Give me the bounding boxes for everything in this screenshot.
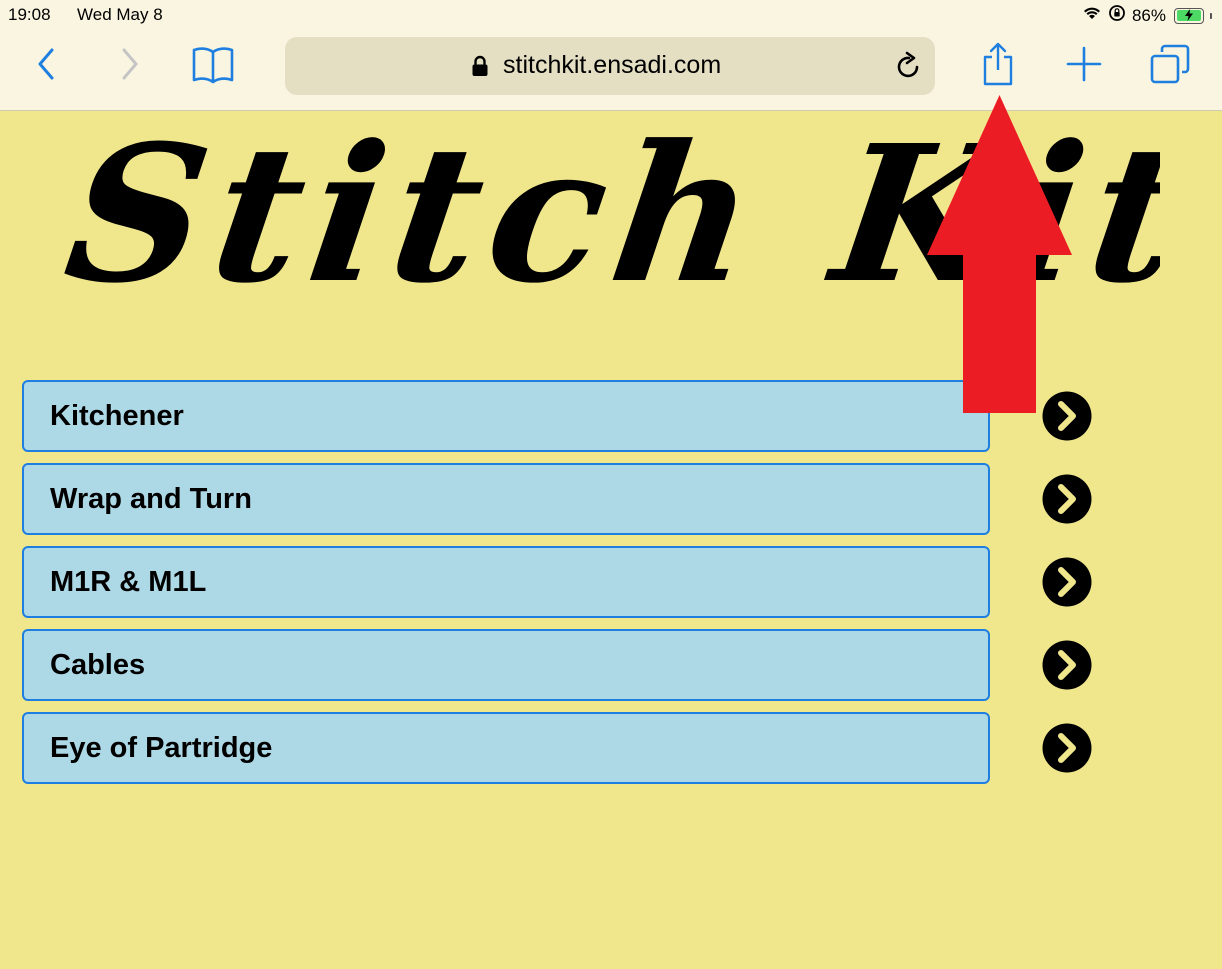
new-tab-icon[interactable] xyxy=(1062,42,1106,86)
stitch-button[interactable]: M1R & M1L xyxy=(22,546,990,618)
chevron-right-icon[interactable] xyxy=(1042,474,1092,524)
stitch-button[interactable]: Cables xyxy=(22,629,990,701)
red-up-arrow-icon xyxy=(927,95,1072,413)
rotation-lock-icon xyxy=(1108,4,1126,27)
battery-tip xyxy=(1210,12,1212,19)
list-item: Eye of Partridge xyxy=(22,712,1122,788)
lock-icon xyxy=(471,55,489,82)
battery-icon xyxy=(1174,7,1204,24)
stitch-button[interactable]: Kitchener xyxy=(22,380,990,452)
address-bar[interactable]: stitchkit.ensadi.com xyxy=(285,37,935,95)
list-item: M1R & M1L xyxy=(22,546,1122,622)
reload-icon[interactable] xyxy=(895,51,923,86)
share-icon[interactable] xyxy=(976,42,1020,86)
bookmarks-icon[interactable] xyxy=(191,42,235,86)
forward-icon[interactable] xyxy=(108,42,152,86)
stitch-button[interactable]: Eye of Partridge xyxy=(22,712,990,784)
url-text: stitchkit.ensadi.com xyxy=(503,51,722,79)
chevron-right-icon[interactable] xyxy=(1042,723,1092,773)
status-date: Wed May 8 xyxy=(77,5,163,24)
back-icon[interactable] xyxy=(24,42,68,86)
chevron-right-icon[interactable] xyxy=(1042,557,1092,607)
status-indicators: 86% xyxy=(1082,4,1212,27)
status-time: 19:08 xyxy=(8,5,51,24)
list-item: Cables xyxy=(22,629,1122,705)
chevron-right-icon[interactable] xyxy=(1042,640,1092,690)
stitch-button[interactable]: Wrap and Turn xyxy=(22,463,990,535)
stitch-list: Kitchener Wrap and Turn M1R & M1L Cables… xyxy=(22,380,1122,795)
wifi-icon xyxy=(1082,5,1102,26)
battery-percent: 86% xyxy=(1131,5,1166,25)
list-item: Wrap and Turn xyxy=(22,463,1122,539)
status-bar: 19:08 Wed May 8 86% xyxy=(0,0,1222,30)
tabs-overview-icon[interactable] xyxy=(1148,42,1192,86)
